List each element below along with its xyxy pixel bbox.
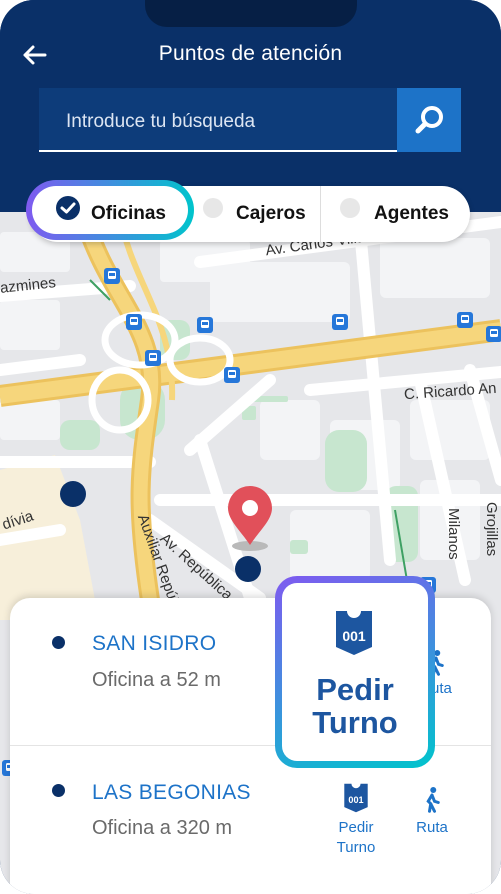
- bus-stop-icon: [224, 367, 240, 383]
- street-label: Milanos: [445, 508, 462, 560]
- office-name[interactable]: SAN ISIDRO: [92, 632, 216, 656]
- check-icon: [60, 202, 76, 214]
- filter-label: Agentes: [374, 203, 449, 224]
- bus-stop-icon: [104, 268, 120, 284]
- search-icon: [415, 106, 443, 134]
- filter-cajeros[interactable]: Cajeros: [200, 186, 318, 242]
- bus-stop-icon: [486, 326, 501, 342]
- ticket-number: 001: [342, 628, 366, 644]
- filter-divider: [320, 186, 321, 242]
- search-button[interactable]: [397, 88, 461, 152]
- svg-text:001: 001: [348, 795, 363, 805]
- page-title: Puntos de atención: [158, 42, 343, 65]
- office-name[interactable]: LAS BEGONIAS: [92, 781, 251, 805]
- request-turn-button[interactable]: 001 Pedir Turno: [327, 783, 385, 858]
- office-map-marker[interactable]: [235, 556, 261, 582]
- route-label: Ruta: [416, 819, 448, 836]
- checkbox-checked: [56, 196, 80, 220]
- request-turn-label: Turno: [336, 839, 376, 856]
- request-turn-button-highlighted[interactable]: 001 Pedir Turno: [275, 576, 435, 768]
- bus-stop-icon: [457, 312, 473, 328]
- bus-stop-icon: [332, 314, 348, 330]
- bus-stop-icon: [126, 314, 142, 330]
- phone-frame: Av. Carlos Villarán C. Ricardo An Auxili…: [0, 0, 501, 894]
- request-turn-label: Pedir: [338, 819, 374, 836]
- filter-label: Cajeros: [236, 203, 306, 224]
- bullet-icon: [52, 636, 65, 649]
- office-distance: Oficina a 52 m: [92, 669, 221, 691]
- street-label: Grojillas: [483, 502, 500, 557]
- bus-stop-icon: [145, 350, 161, 366]
- walking-icon: [426, 787, 440, 813]
- radio-icon: [203, 198, 223, 218]
- search-input[interactable]: [66, 108, 386, 136]
- bus-stop-icon: [197, 317, 213, 333]
- filter-agentes[interactable]: Agentes: [322, 186, 468, 242]
- ticket-icon: 001: [336, 611, 372, 655]
- ticket-icon: 001: [344, 783, 368, 813]
- filter-label: Oficinas: [91, 203, 166, 224]
- office-map-marker[interactable]: [60, 481, 86, 507]
- request-turn-label: Pedir Turno: [312, 672, 398, 740]
- route-button[interactable]: Ruta: [410, 785, 454, 838]
- office-distance: Oficina a 320 m: [92, 817, 233, 839]
- bullet-icon: [52, 784, 65, 797]
- radio-icon: [340, 198, 360, 218]
- device-notch: [145, 0, 357, 27]
